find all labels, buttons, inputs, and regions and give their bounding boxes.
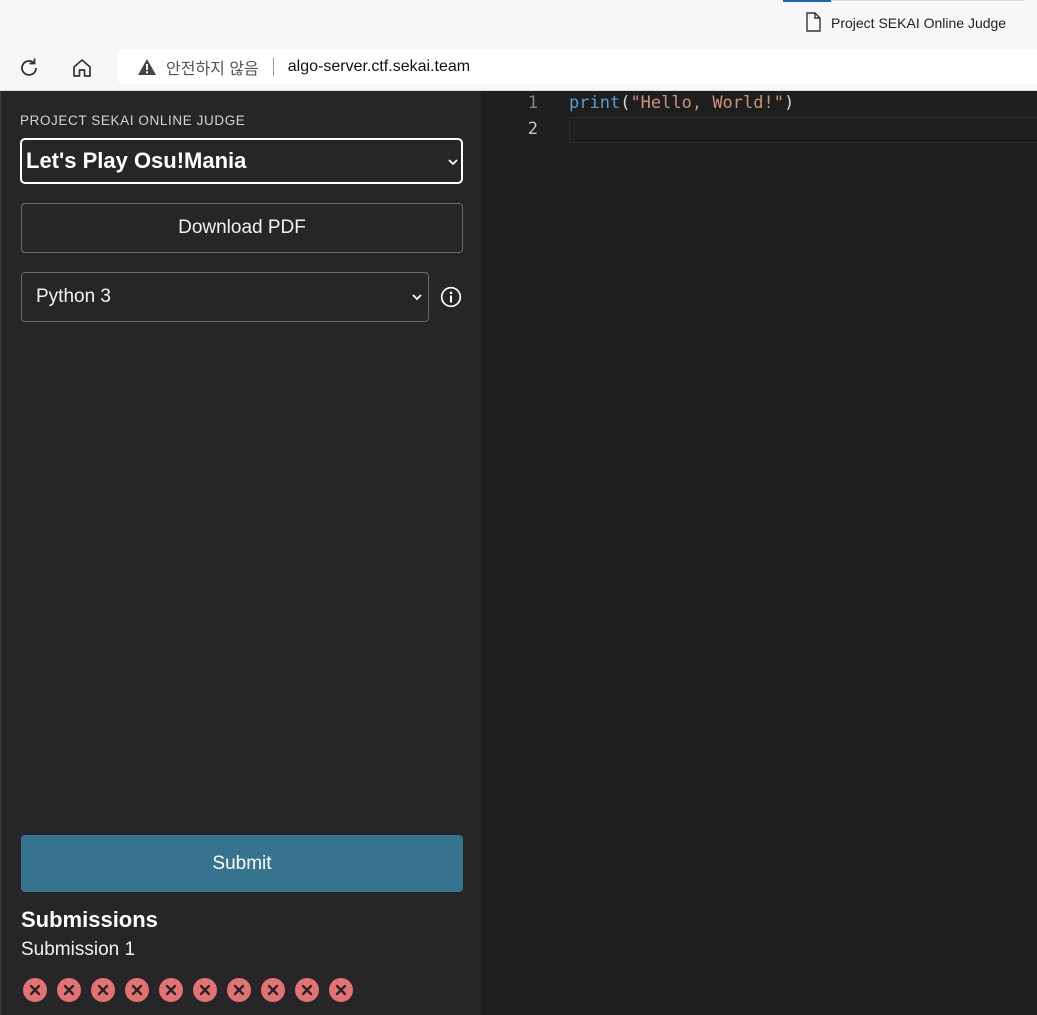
brand-title: PROJECT SEKAI ONLINE JUDGE [20, 113, 246, 128]
test-results [23, 978, 353, 1002]
language-select-value: Python 3 [36, 286, 111, 307]
address-bar[interactable]: 안전하지 않음 algo-server.ctf.sekai.team [117, 49, 1037, 84]
problem-select[interactable]: Let's Play Osu!Mania [20, 138, 463, 184]
submission-item[interactable]: Submission 1 [21, 939, 135, 961]
failed-test-icon [91, 978, 115, 1002]
language-select[interactable]: Python 3 [21, 272, 429, 322]
code-paren: ) [783, 93, 795, 113]
tab-divider [831, 0, 1024, 1]
browser-tab[interactable]: Project SEKAI Online Judge [805, 11, 1006, 35]
submissions-heading: Submissions [21, 907, 158, 932]
failed-test-icon [295, 978, 319, 1002]
chevron-down-icon [412, 294, 422, 301]
reload-icon [21, 58, 37, 76]
address-separator [272, 57, 274, 76]
reload-button[interactable] [15, 54, 43, 82]
failed-test-icon [125, 978, 149, 1002]
failed-test-icon [261, 978, 285, 1002]
home-icon [73, 59, 91, 77]
code-editor[interactable]: 1 2 print("Hello, World!") [481, 91, 1037, 1015]
failed-test-icon [23, 978, 47, 1002]
line-number: 2 [527, 119, 538, 139]
tab-accent [783, 0, 831, 2]
code-string: "Hello, World!" [630, 93, 784, 113]
download-pdf-button[interactable]: Download PDF [21, 203, 463, 253]
line-number: 1 [527, 93, 538, 113]
code-line[interactable]: print("Hello, World!") [569, 93, 794, 113]
failed-test-icon [329, 978, 353, 1002]
submit-button[interactable]: Submit [21, 835, 463, 892]
browser-tab-strip: Project SEKAI Online Judge [0, 0, 1037, 46]
insecure-label[interactable]: 안전하지 않음 [166, 55, 259, 79]
problem-select-value: Let's Play Osu!Mania [26, 148, 247, 173]
tab-title: Project SEKAI Online Judge [831, 15, 1007, 31]
failed-test-icon [227, 978, 251, 1002]
warning-icon [137, 57, 157, 77]
info-icon[interactable] [440, 286, 462, 308]
home-button[interactable] [68, 54, 96, 82]
code-paren: ( [620, 93, 631, 113]
failed-test-icon [193, 978, 217, 1002]
failed-test-icon [159, 978, 183, 1002]
chevron-down-icon [448, 159, 458, 166]
browser-toolbar: 안전하지 않음 algo-server.ctf.sekai.team [0, 46, 1037, 91]
failed-test-icon [57, 978, 81, 1002]
code-function: print [569, 93, 621, 113]
document-icon [805, 11, 821, 35]
sidebar: PROJECT SEKAI ONLINE JUDGE Let's Play Os… [0, 91, 481, 1015]
current-line-highlight [569, 117, 1037, 143]
url-text[interactable]: algo-server.ctf.sekai.team [288, 58, 470, 76]
